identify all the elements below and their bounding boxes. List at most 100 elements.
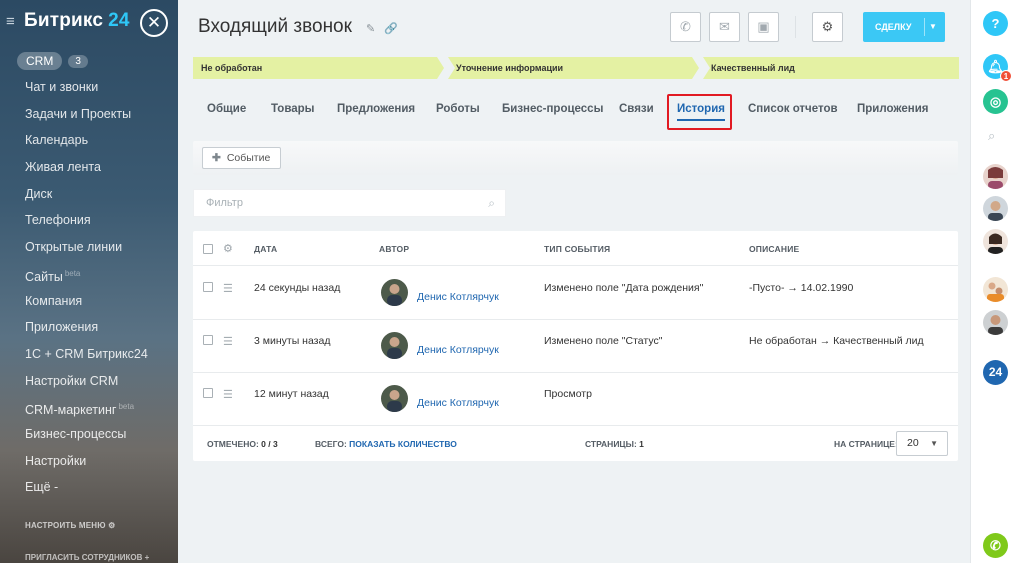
tab-products[interactable]: Товары: [271, 94, 314, 130]
tab-business-processes[interactable]: Бизнес-процессы: [502, 94, 603, 130]
chevron-down-icon[interactable]: ▼: [929, 12, 937, 42]
envelope-icon: ✉: [719, 19, 730, 34]
sidebar-item[interactable]: Календарь: [25, 130, 148, 157]
column-event-type[interactable]: ТИП СОБЫТИЯ: [544, 244, 610, 254]
menu-burger-icon[interactable]: ≡: [6, 13, 22, 30]
row-checkbox[interactable]: [203, 388, 213, 398]
phone-icon: ✆: [680, 19, 691, 34]
avatar[interactable]: [983, 277, 1008, 302]
avatar[interactable]: [983, 196, 1008, 221]
cell-description: -Пусто- → 14.02.1990: [749, 282, 854, 294]
sidebar-item[interactable]: Настройки: [25, 451, 148, 478]
row-menu-icon[interactable]: ☰: [223, 388, 233, 401]
per-page-label: НА СТРАНИЦЕ:: [834, 439, 898, 449]
cell-event-type: Изменено поле "Статус": [544, 335, 663, 347]
search-icon[interactable]: ⌕: [488, 196, 495, 211]
sidebar-item[interactable]: Ещё -: [25, 477, 148, 504]
marked-count: ОТМЕЧЕНО: 0 / 3: [207, 439, 278, 449]
create-deal-button[interactable]: СДЕЛКУ ▼: [863, 12, 945, 42]
tab-applications[interactable]: Приложения: [857, 94, 929, 130]
bitrix24-button[interactable]: 24: [983, 360, 1008, 385]
left-sidebar: ≡ Битрикс 24 ✕ CRM 3 Чат и звонки Задачи …: [0, 0, 178, 563]
author-link[interactable]: Денис Котлярчук: [417, 397, 499, 409]
sidebar-item[interactable]: Телефония: [25, 210, 148, 237]
table-row: ☰ 3 минуты назад Денис Котлярчук Изменен…: [193, 320, 958, 373]
column-author[interactable]: АВТОР: [379, 244, 409, 254]
table-row: ☰ 24 секунды назад Денис Котлярчук Измен…: [193, 267, 958, 320]
sidebar-item[interactable]: Открытые линии: [25, 237, 148, 264]
history-grid: ⚙ ДАТА АВТОР ТИП СОБЫТИЯ ОПИСАНИЕ ☰ 24 с…: [193, 231, 958, 461]
open-lines-button[interactable]: ◎: [983, 89, 1008, 114]
help-button[interactable]: ?: [983, 11, 1008, 36]
beta-badge: beta: [118, 402, 135, 412]
table-row: ☰ 12 минут назад Денис Котлярчук Просмот…: [193, 373, 958, 426]
settings-button[interactable]: ⚙: [812, 12, 843, 42]
tab-general[interactable]: Общие: [207, 94, 246, 130]
avatar[interactable]: [983, 310, 1008, 335]
sidebar-item[interactable]: Сайты beta: [25, 264, 148, 291]
row-menu-icon[interactable]: ☰: [223, 335, 233, 348]
row-checkbox[interactable]: [203, 282, 213, 292]
sidebar-menu: Чат и звонки Задачи и Проекты Календарь …: [25, 77, 148, 504]
column-date[interactable]: ДАТА: [254, 244, 277, 254]
edit-pencil-icon[interactable]: ✎: [366, 23, 375, 35]
invite-employees-link[interactable]: ПРИГЛАСИТЬ СОТРУДНИКОВ +: [25, 553, 149, 562]
show-count-link[interactable]: ПОКАЗАТЬ КОЛИЧЕСТВО: [349, 439, 457, 449]
avatar: [381, 332, 408, 359]
plus-icon: ✚: [212, 152, 221, 164]
avatar[interactable]: [983, 164, 1008, 189]
row-checkbox[interactable]: [203, 335, 213, 345]
email-button[interactable]: ✉: [709, 12, 740, 42]
tab-links[interactable]: Связи: [619, 94, 654, 130]
crm-counter: 3: [68, 54, 88, 68]
sidebar-item[interactable]: CRM-маркетинг beta: [25, 397, 148, 424]
chat-button[interactable]: ▣: [748, 12, 779, 42]
sidebar-item[interactable]: 1С + CRM Битрикс24: [25, 344, 148, 371]
sidebar-item[interactable]: Приложения: [25, 317, 148, 344]
logo[interactable]: Битрикс 24: [24, 10, 130, 32]
stage-label: Качественный лид: [711, 63, 795, 73]
call-button[interactable]: ✆: [670, 12, 701, 42]
page-title: Входящий звонок: [198, 16, 352, 37]
column-description[interactable]: ОПИСАНИЕ: [749, 244, 799, 254]
toolbar-divider: [795, 16, 796, 38]
sidebar-item[interactable]: Бизнес-процессы: [25, 424, 148, 451]
right-panel: ? 🔔︎ 1 ◎ ⌕ 24 ✆: [970, 0, 1024, 563]
sidebar-item[interactable]: Задачи и Проекты: [25, 104, 148, 131]
chevron-down-icon: ▼: [930, 439, 938, 448]
close-icon[interactable]: ✕: [140, 9, 168, 37]
sidebar-item[interactable]: Чат и звонки: [25, 77, 148, 104]
search-icon[interactable]: ⌕: [988, 128, 995, 144]
per-page-select[interactable]: 20 ▼: [896, 431, 948, 456]
phone-icon: ✆: [990, 538, 1001, 553]
author-link[interactable]: Денис Котлярчук: [417, 291, 499, 303]
row-menu-icon[interactable]: ☰: [223, 282, 233, 295]
link-icon[interactable]: 🔗: [384, 23, 398, 35]
cell-date: 3 минуты назад: [254, 335, 331, 347]
pages-info: СТРАНИЦЫ: 1: [585, 439, 644, 449]
avatar[interactable]: [983, 229, 1008, 254]
add-event-button[interactable]: ✚ Событие: [202, 147, 282, 169]
tab-quotes[interactable]: Предложения: [337, 94, 415, 130]
notifications-button[interactable]: 🔔︎ 1: [983, 54, 1012, 82]
sidebar-item[interactable]: Диск: [25, 184, 148, 211]
main-content: Входящий звонок ✎ 🔗 ✆ ✉ ▣ ⚙ СДЕЛКУ ▼ Не о…: [178, 0, 970, 563]
cell-date: 24 секунды назад: [254, 282, 341, 294]
configure-menu-link[interactable]: НАСТРОИТЬ МЕНЮ ⚙: [25, 521, 116, 530]
sidebar-item-crm[interactable]: CRM 3: [17, 52, 88, 70]
sidebar-item[interactable]: Компания: [25, 291, 148, 318]
crm-label: CRM: [17, 52, 63, 70]
author-link[interactable]: Денис Котлярчук: [417, 344, 499, 356]
stage-bar: Не обработан Уточнение информации Качест…: [193, 57, 959, 79]
phone-call-button[interactable]: ✆: [983, 533, 1008, 558]
tab-reports[interactable]: Список отчетов: [748, 94, 838, 130]
gear-icon[interactable]: ⚙: [223, 242, 233, 255]
select-all-checkbox[interactable]: [203, 244, 213, 254]
filter-box: ⌕: [193, 189, 506, 217]
sidebar-item[interactable]: Настройки CRM: [25, 371, 148, 398]
total-count: ВСЕГО: ПОКАЗАТЬ КОЛИЧЕСТВО: [315, 439, 457, 449]
sidebar-item[interactable]: Живая лента: [25, 157, 148, 184]
filter-input[interactable]: [206, 197, 466, 209]
tab-robots[interactable]: Роботы: [436, 94, 480, 130]
gear-icon: ⚙: [821, 19, 834, 34]
